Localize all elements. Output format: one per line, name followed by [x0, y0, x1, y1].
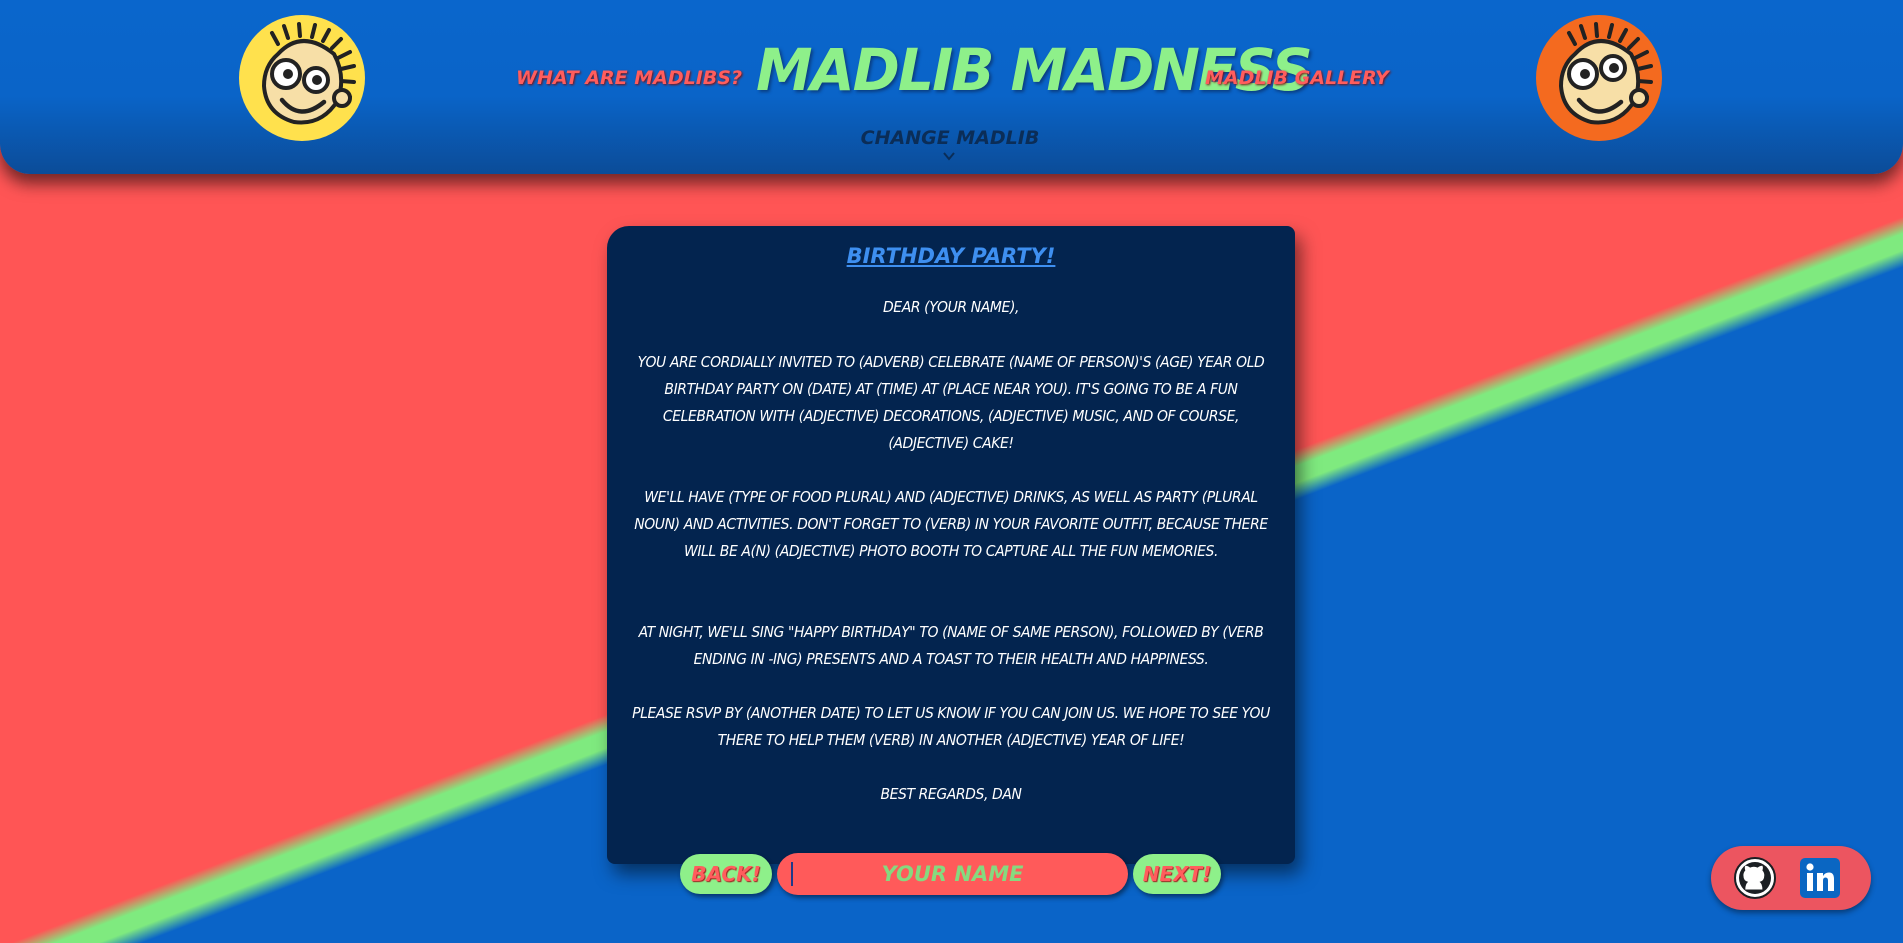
word-input[interactable] — [777, 853, 1128, 895]
nav-madlib-gallery[interactable]: MADLIB GALLERY — [1205, 67, 1389, 89]
nav-what-are-madlibs[interactable]: WHAT ARE MADLIBS? — [516, 67, 742, 89]
smiley-face-icon — [239, 15, 365, 141]
chevron-down-icon[interactable] — [942, 150, 956, 162]
smiley-face-icon — [1536, 15, 1662, 141]
text-caret — [791, 862, 793, 886]
github-icon[interactable] — [1734, 857, 1776, 899]
story-paragraph: YOU ARE CORDIALLY INVITED TO (ADVERB) CE… — [637, 353, 1265, 452]
social-links — [1711, 846, 1871, 910]
story-title: BIRTHDAY PARTY! — [846, 244, 1056, 268]
back-button[interactable]: BACK! — [680, 854, 772, 894]
story-paragraph: PLEASE RSVP BY (ANOTHER DATE) TO LET US … — [632, 704, 1270, 749]
next-button[interactable]: NEXT! — [1133, 854, 1221, 894]
change-madlib-dropdown[interactable]: CHANGE MADLIB — [860, 127, 1040, 149]
story-signoff: BEST REGARDS, DAN — [880, 785, 1022, 803]
site-header: WHAT ARE MADLIBS? MADLIB MADNESS MADLIB … — [0, 0, 1903, 174]
story-paragraph: DEAR (YOUR NAME), — [882, 298, 1020, 316]
site-title: MADLIB MADNESS — [756, 36, 1313, 104]
story-paragraph: WE'LL HAVE (TYPE OF FOOD PLURAL) AND (AD… — [634, 488, 1268, 560]
story-paragraph: AT NIGHT, WE'LL SING "HAPPY BIRTHDAY" TO… — [638, 623, 1264, 668]
linkedin-icon[interactable] — [1800, 858, 1840, 898]
madlib-story-card: BIRTHDAY PARTY! DEAR (YOUR NAME), YOU AR… — [607, 226, 1295, 864]
